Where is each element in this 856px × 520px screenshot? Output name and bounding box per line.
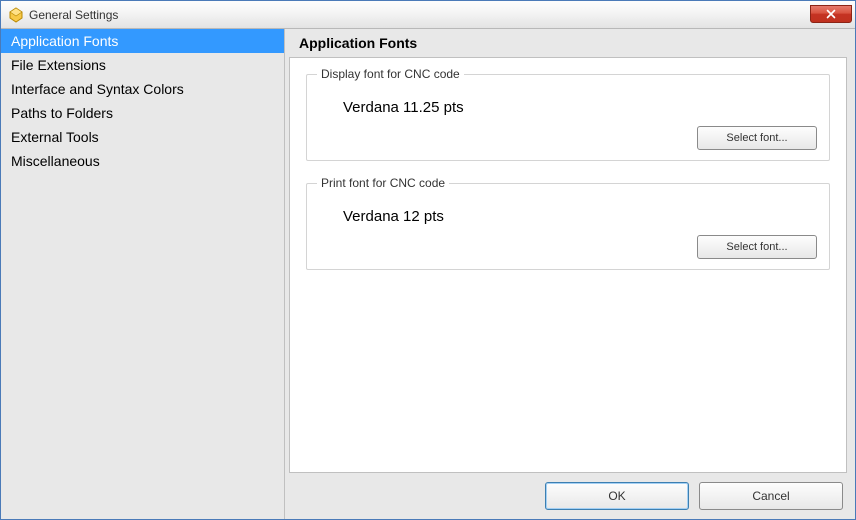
window-title: General Settings <box>29 8 118 22</box>
display-font-group: Display font for CNC code Verdana 11.25 … <box>306 74 830 161</box>
titlebar: General Settings <box>1 1 855 29</box>
sidebar-item-paths-to-folders[interactable]: Paths to Folders <box>1 101 284 125</box>
content-area: Application Fonts File Extensions Interf… <box>1 29 855 519</box>
sidebar-item-file-extensions[interactable]: File Extensions <box>1 53 284 77</box>
print-font-legend: Print font for CNC code <box>317 176 449 190</box>
sidebar-item-miscellaneous[interactable]: Miscellaneous <box>1 149 284 173</box>
display-font-legend: Display font for CNC code <box>317 67 464 81</box>
close-button[interactable] <box>810 5 852 23</box>
panel-title: Application Fonts <box>285 29 855 57</box>
settings-window: General Settings Application Fonts File … <box>0 0 856 520</box>
panel-body: Display font for CNC code Verdana 11.25 … <box>289 57 847 473</box>
select-display-font-button[interactable]: Select font... <box>697 126 817 150</box>
select-print-font-button[interactable]: Select font... <box>697 235 817 259</box>
ok-button[interactable]: OK <box>545 482 689 510</box>
main-panel: Application Fonts Display font for CNC c… <box>285 29 855 519</box>
print-font-group: Print font for CNC code Verdana 12 pts S… <box>306 183 830 270</box>
sidebar-item-interface-syntax-colors[interactable]: Interface and Syntax Colors <box>1 77 284 101</box>
dialog-button-row: OK Cancel <box>285 473 855 519</box>
sidebar: Application Fonts File Extensions Interf… <box>1 29 285 519</box>
sidebar-item-external-tools[interactable]: External Tools <box>1 125 284 149</box>
sidebar-item-application-fonts[interactable]: Application Fonts <box>1 29 284 53</box>
app-icon <box>7 6 25 24</box>
cancel-button[interactable]: Cancel <box>699 482 843 510</box>
